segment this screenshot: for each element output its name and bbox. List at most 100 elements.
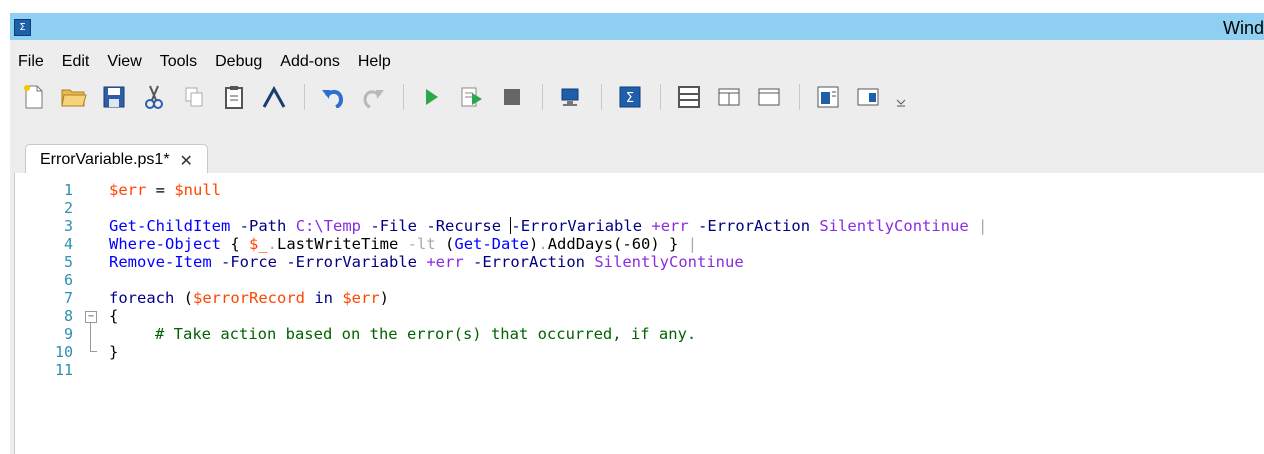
code-token: ( — [174, 289, 193, 307]
window-title: Wind — [1222, 18, 1264, 38]
show-script-pane-icon[interactable] — [814, 83, 842, 111]
code-token: -lt — [407, 235, 436, 253]
show-script-maximized-icon[interactable] — [755, 83, 783, 111]
code-token: . — [267, 235, 277, 253]
code-token: Get-Date — [454, 235, 530, 253]
menu-help[interactable]: Help — [358, 50, 391, 74]
code-token: $err — [342, 289, 380, 307]
line-number: 4 — [63, 235, 73, 253]
title-bar-strip — [10, 13, 1264, 40]
code-token: | — [978, 217, 988, 235]
tab-label: ErrorVariable.ps1* — [40, 151, 170, 168]
script-tab-strip: ErrorVariable.ps1* ✕ — [10, 132, 1264, 175]
code-token: Where-Object — [109, 235, 221, 253]
menu-view[interactable]: View — [107, 50, 141, 74]
code-token: ) — [529, 235, 539, 253]
code-token: foreach — [109, 289, 175, 307]
code-token: +err — [651, 217, 689, 235]
menu-file[interactable]: File — [18, 50, 44, 74]
code-token: Remove-Item — [109, 253, 212, 271]
code-line-7: foreach ($errorRecord in $err) — [109, 289, 389, 307]
show-script-right-icon[interactable] — [715, 83, 743, 111]
menu-add-ons[interactable]: Add-ons — [280, 50, 340, 74]
fold-guide — [90, 323, 91, 351]
code-token: -ErrorAction — [698, 217, 811, 235]
code-token: -Recurse — [426, 217, 502, 235]
toolbar-overflow-icon[interactable] — [894, 83, 908, 111]
code-line-8: { — [109, 307, 118, 325]
line-number: 5 — [63, 253, 73, 271]
code-token: -ErrorAction — [473, 253, 585, 271]
clear-console-icon[interactable] — [260, 83, 288, 111]
toolbar-separator — [799, 84, 800, 110]
line-number: 11 — [54, 361, 73, 379]
code-token: . — [538, 235, 548, 253]
line-number: 7 — [63, 289, 73, 307]
save-icon[interactable] — [100, 83, 128, 111]
code-token: -ErrorVariable — [511, 217, 643, 235]
code-token: { — [109, 307, 119, 325]
code-token: } — [659, 235, 679, 253]
code-token: ( — [613, 235, 623, 253]
code-token: Get-ChildItem — [109, 217, 231, 235]
powershell-console-icon[interactable]: Σ — [616, 83, 644, 111]
code-token: ( — [445, 235, 455, 253]
toolbar-separator — [304, 84, 305, 110]
tab-errorvariable-ps1[interactable]: ErrorVariable.ps1* ✕ — [25, 144, 208, 175]
redo-icon[interactable] — [359, 83, 387, 111]
new-script-icon[interactable] — [20, 83, 48, 111]
menu-tools[interactable]: Tools — [160, 50, 197, 74]
open-icon[interactable] — [60, 83, 88, 111]
line-number: 2 — [63, 199, 73, 217]
line-number: 1 — [63, 181, 73, 199]
show-script-top-icon[interactable] — [675, 83, 703, 111]
run-selection-icon[interactable] — [458, 83, 486, 111]
run-script-icon[interactable] — [418, 83, 446, 111]
code-token: } — [109, 343, 119, 361]
code-token: -Path — [239, 217, 287, 235]
toolbar-separator — [601, 84, 602, 110]
cut-icon[interactable] — [140, 83, 168, 111]
code-comment: # Take action based on the error(s) that… — [155, 325, 697, 343]
show-command-addon-icon[interactable] — [854, 83, 882, 111]
title-bar: Σ Wind — [0, 0, 1264, 40]
line-number: 10 — [54, 343, 73, 361]
menu-edit[interactable]: Edit — [62, 50, 90, 74]
menu-bar: File Edit View Tools Debug Add-ons Help — [10, 50, 409, 74]
undo-icon[interactable] — [319, 83, 347, 111]
fold-toggle-icon[interactable]: − — [85, 311, 97, 323]
close-icon[interactable]: ✕ — [180, 151, 193, 170]
stop-icon[interactable] — [498, 83, 526, 111]
code-token: -60 — [622, 235, 651, 253]
toolbar-separator — [660, 84, 661, 110]
remote-powershell-icon[interactable] — [557, 83, 585, 111]
script-editor[interactable]: 1 2 3 4 5 6 7 8 9 10 11 − $err = $null G… — [14, 173, 1264, 454]
code-token: $errorRecord — [193, 289, 305, 307]
code-line-9: # Take action based on the error(s) that… — [155, 325, 696, 343]
code-token: -Force — [221, 253, 277, 271]
code-line-3: Get-ChildItem -Path C:\Temp -File -Recur… — [109, 217, 987, 235]
code-token: { — [220, 235, 249, 253]
code-line-4: Where-Object { $_.LastWriteTime -lt (Get… — [109, 235, 697, 253]
code-token: = — [146, 181, 175, 199]
code-token: ) — [379, 289, 390, 307]
line-number: 8 — [63, 307, 73, 325]
copy-icon[interactable] — [180, 83, 208, 111]
toolbar: Σ — [20, 80, 920, 114]
code-line-1: $err = $null — [109, 181, 221, 199]
line-number: 3 — [63, 217, 73, 235]
code-token: -ErrorVariable — [286, 253, 417, 271]
powershell-ise-icon[interactable]: Σ — [14, 19, 31, 36]
code-line-5: Remove-Item -Force -ErrorVariable +err -… — [109, 253, 744, 271]
paste-icon[interactable] — [220, 83, 248, 111]
line-number: 6 — [63, 271, 73, 289]
toolbar-separator — [542, 84, 543, 110]
code-token: LastWriteTime — [277, 235, 399, 253]
menu-debug[interactable]: Debug — [215, 50, 262, 74]
fold-guide-end — [90, 351, 97, 352]
code-token: ) — [650, 235, 660, 253]
code-token: SilentlyContinue — [594, 253, 744, 271]
code-token: -File — [370, 217, 418, 235]
code-token: $err — [109, 181, 147, 199]
code-token: $_ — [248, 235, 268, 253]
